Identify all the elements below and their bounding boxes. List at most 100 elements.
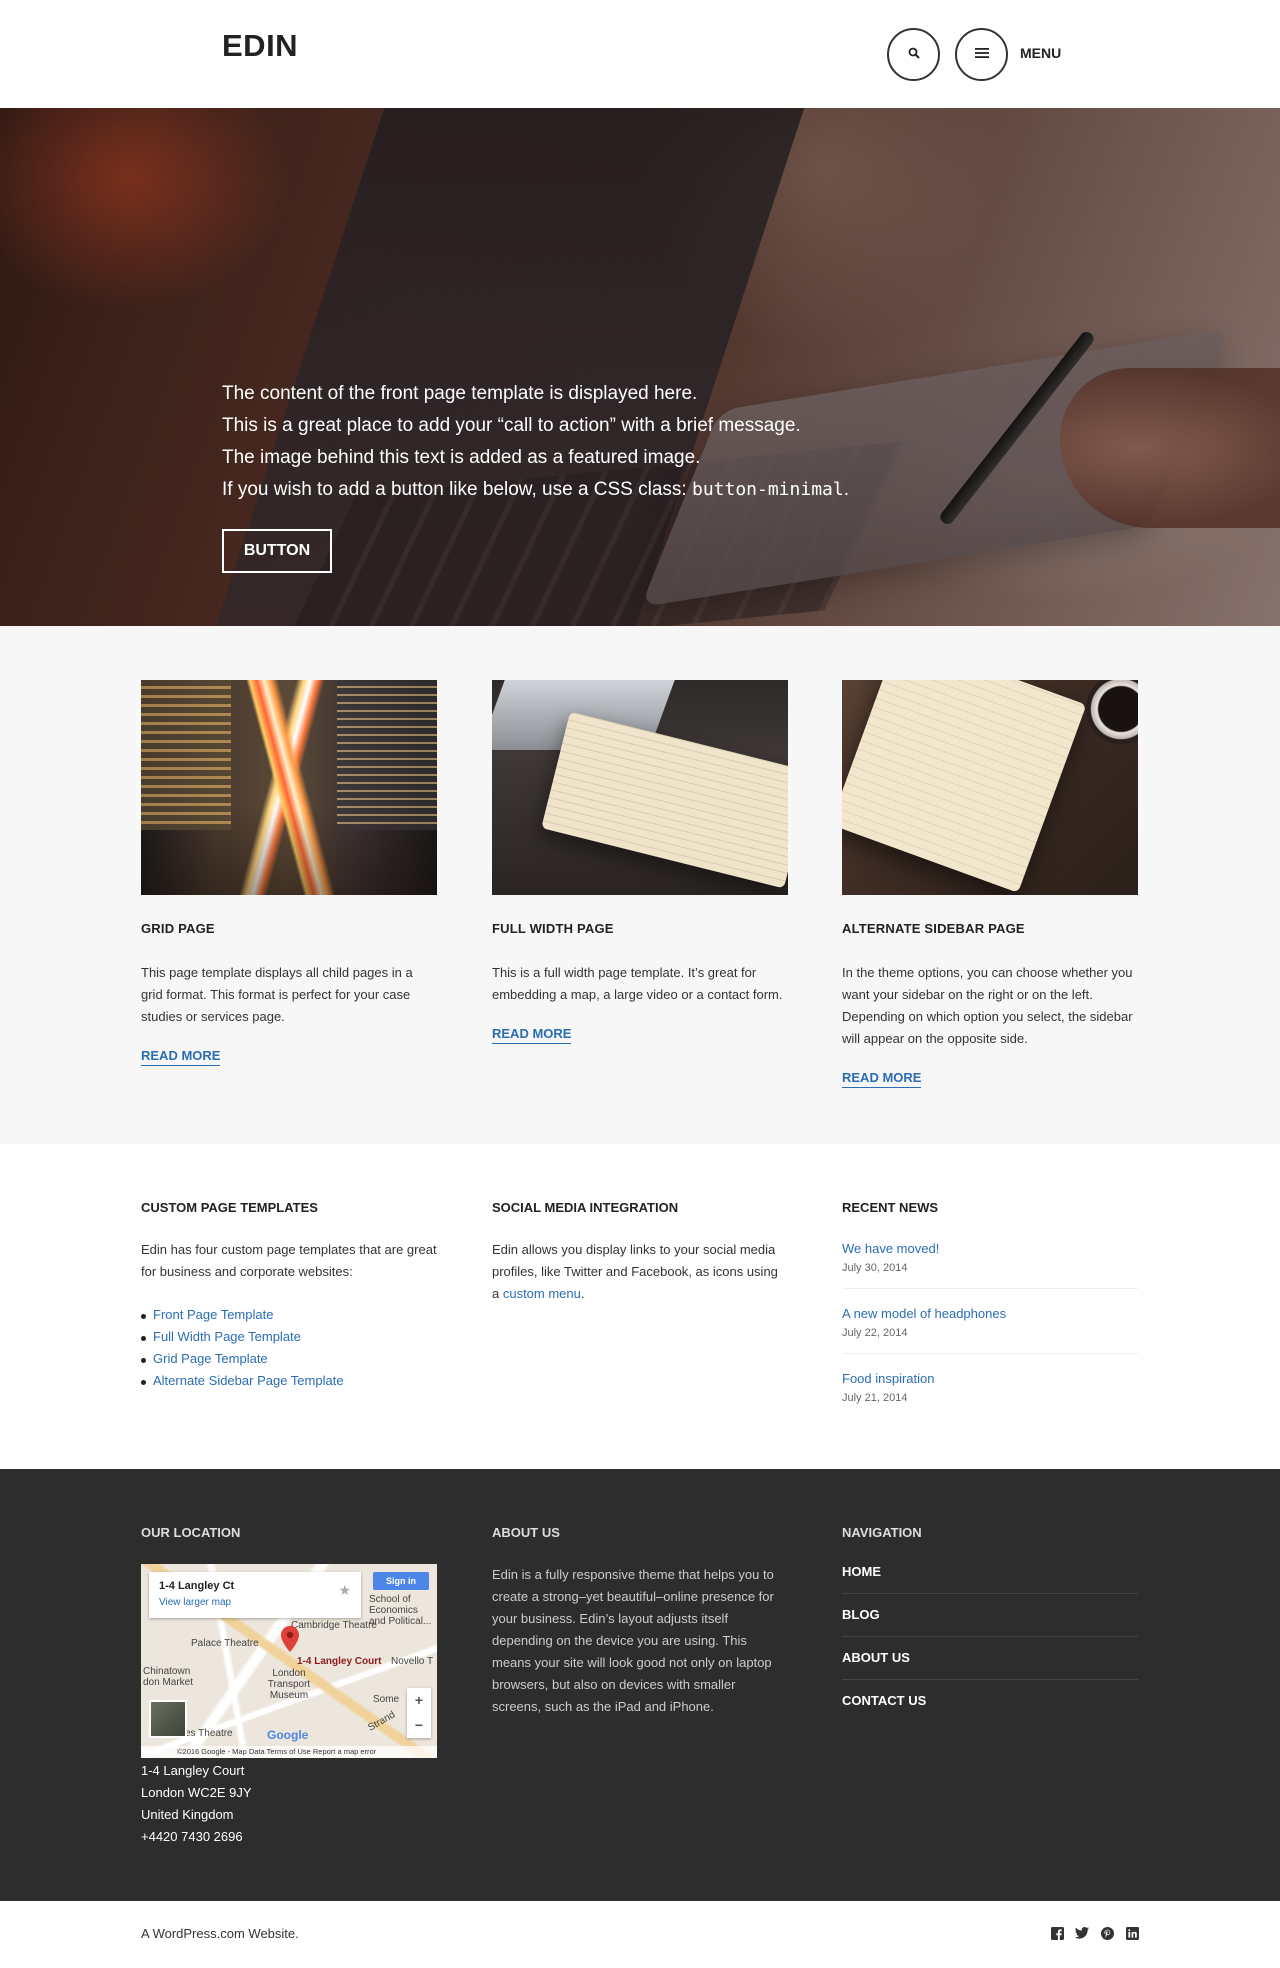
map-place-card: 1-4 Langley Ct View larger map ★: [149, 1572, 361, 1618]
widget-title: OUR LOCATION: [141, 1525, 241, 1540]
hero-section: The content of the front page template i…: [0, 108, 1280, 626]
map-label: 1-4 Langley Court: [297, 1656, 382, 1667]
address-line: United Kingdom: [141, 1807, 234, 1822]
news-list: We have moved! July 30, 2014 A new model…: [842, 1239, 1138, 1418]
read-more-link[interactable]: READ MORE: [842, 1070, 922, 1088]
read-more-link[interactable]: READ MORE: [492, 1026, 572, 1044]
footer-widget-location: OUR LOCATION School of Economics and Pol…: [141, 1525, 437, 1848]
site-title[interactable]: EDIN: [222, 28, 298, 64]
widget-title: ABOUT US: [492, 1525, 560, 1540]
map-label: London Transport Museum: [267, 1668, 311, 1701]
hamburger-menu-icon: [974, 46, 989, 64]
laptop-notebook-image[interactable]: [492, 680, 788, 895]
footer-widget-navigation: NAVIGATION HOME BLOG ABOUT US CONTACT US: [842, 1525, 1138, 1735]
linkedin-icon[interactable]: [1125, 1926, 1139, 1940]
list-item-link[interactable]: Front Page Template: [141, 1304, 437, 1326]
widget-social-media-integration: SOCIAL MEDIA INTEGRATION Edin allows you…: [492, 1200, 788, 1305]
news-date: July 21, 2014: [842, 1392, 908, 1404]
site-header: EDIN MENU: [0, 0, 1280, 108]
map-label: es Theatre: [185, 1728, 233, 1739]
widget-text: Edin has four custom page templates that…: [141, 1242, 437, 1279]
list-item-link[interactable]: Grid Page Template: [141, 1348, 437, 1370]
map-label: School of Economics and Political...: [369, 1594, 432, 1627]
embedded-map[interactable]: School of Economics and Political... Cam…: [141, 1564, 437, 1758]
map-sign-in-button[interactable]: Sign in: [373, 1572, 429, 1590]
footer-nav-item-about-us[interactable]: ABOUT US: [842, 1650, 1138, 1680]
css-class-code: button-minimal: [691, 479, 844, 500]
hero-line: This is a great place to add your “call …: [222, 415, 801, 436]
widget-title: SOCIAL MEDIA INTEGRATION: [492, 1200, 679, 1215]
hero-cta-button[interactable]: BUTTON: [222, 529, 332, 573]
news-title-link[interactable]: A new model of headphones: [842, 1304, 1138, 1324]
template-list: Front Page Template Full Width Page Temp…: [141, 1304, 437, 1392]
widget-title: CUSTOM PAGE TEMPLATES: [141, 1200, 318, 1215]
list-item-link[interactable]: Alternate Sidebar Page Template: [141, 1370, 437, 1392]
wordpress-credit-link[interactable]: A WordPress.com Website.: [141, 1926, 299, 1941]
map-label: don Market: [143, 1677, 194, 1688]
city-traffic-image[interactable]: [141, 680, 437, 895]
twitter-icon[interactable]: [1075, 1926, 1089, 1940]
widget-text: Edin allows you display links to your so…: [492, 1242, 778, 1301]
featured-card-alternate-sidebar-page: ALTERNATE SIDEBAR PAGE In the theme opti…: [842, 680, 1138, 1088]
news-item: We have moved! July 30, 2014: [842, 1239, 1138, 1289]
widget-title: RECENT NEWS: [842, 1200, 939, 1215]
news-item: Food inspiration July 21, 2014: [842, 1369, 1138, 1418]
map-zoom-control: + −: [407, 1688, 431, 1738]
featured-card-full-width-page: FULL WIDTH PAGE This is a full width pag…: [492, 680, 788, 1044]
news-title-link[interactable]: We have moved!: [842, 1239, 1138, 1259]
featured-card-title[interactable]: ALTERNATE SIDEBAR PAGE: [842, 921, 1138, 936]
google-logo: Google: [267, 1728, 309, 1742]
footer-widget-about: ABOUT US Edin is a fully responsive them…: [492, 1525, 788, 1718]
list-item-link[interactable]: Full Width Page Template: [141, 1326, 437, 1348]
notebook-coffee-image[interactable]: [842, 680, 1138, 895]
footer-nav-item-contact-us[interactable]: CONTACT US: [842, 1693, 1138, 1722]
hero-line: If you wish to add a button like below, …: [222, 479, 849, 500]
featured-card-description: This is a full width page template. It’s…: [492, 965, 783, 1002]
map-label: Palace Theatre: [191, 1638, 259, 1649]
featured-card-description: This page template displays all child pa…: [141, 965, 413, 1024]
facebook-icon[interactable]: [1050, 1926, 1064, 1940]
map-place-name: 1-4 Langley Ct: [159, 1580, 235, 1592]
footer-nav: HOME BLOG ABOUT US CONTACT US: [842, 1564, 1138, 1722]
footer-nav-item-home[interactable]: HOME: [842, 1564, 1138, 1594]
news-title-link[interactable]: Food inspiration: [842, 1369, 1138, 1389]
address-line: 1-4 Langley Court: [141, 1763, 245, 1778]
pinterest-icon[interactable]: [1100, 1926, 1114, 1940]
view-larger-map-link[interactable]: View larger map: [159, 1597, 231, 1608]
phone-number: +4420 7430 2696: [141, 1829, 243, 1844]
footer-nav-item-blog[interactable]: BLOG: [842, 1607, 1138, 1637]
social-links: [1050, 1926, 1139, 1940]
widget-title: NAVIGATION: [842, 1525, 922, 1540]
featured-card-description: In the theme options, you can choose whe…: [842, 965, 1133, 1046]
featured-card-grid-page: GRID PAGE This page template displays al…: [141, 680, 437, 1066]
hero-line: The content of the front page template i…: [222, 383, 698, 404]
satellite-toggle-thumbnail[interactable]: [149, 1700, 187, 1738]
featured-card-title[interactable]: FULL WIDTH PAGE: [492, 921, 788, 936]
hero-text: The content of the front page template i…: [222, 378, 849, 506]
map-label: Chinatown: [143, 1666, 191, 1677]
news-item: A new model of headphones July 22, 2014: [842, 1304, 1138, 1354]
hero-line: The image behind this text is added as a…: [222, 447, 701, 468]
map-attribution: ©2016 Google - Map Data Terms of Use Rep…: [141, 1746, 437, 1758]
custom-menu-link[interactable]: custom menu: [503, 1286, 581, 1301]
map-label: Some: [373, 1694, 400, 1705]
read-more-link[interactable]: READ MORE: [141, 1048, 221, 1066]
footer-widget-area: OUR LOCATION School of Economics and Pol…: [0, 1469, 1280, 1901]
news-date: July 30, 2014: [842, 1262, 908, 1274]
menu-toggle-button[interactable]: [955, 28, 1008, 81]
zoom-in-button[interactable]: +: [407, 1688, 431, 1713]
map-label: Novello T: [391, 1656, 434, 1667]
widget-area: CUSTOM PAGE TEMPLATES Edin has four cust…: [0, 1144, 1280, 1469]
map-label: Strand: [366, 1709, 398, 1734]
map-pin-icon[interactable]: [281, 1626, 299, 1652]
about-text: Edin is a fully responsive theme that he…: [492, 1567, 774, 1714]
zoom-out-button[interactable]: −: [407, 1713, 431, 1738]
widget-recent-news: RECENT NEWS We have moved! July 30, 2014…: [842, 1200, 1138, 1433]
search-button[interactable]: [887, 28, 940, 81]
widget-custom-page-templates: CUSTOM PAGE TEMPLATES Edin has four cust…: [141, 1200, 437, 1392]
search-icon: [908, 46, 920, 64]
menu-label[interactable]: MENU: [1020, 45, 1061, 61]
featured-card-title[interactable]: GRID PAGE: [141, 921, 437, 936]
save-star-icon[interactable]: ★: [338, 1582, 351, 1599]
map-label: Cambridge Theatre: [291, 1620, 377, 1631]
